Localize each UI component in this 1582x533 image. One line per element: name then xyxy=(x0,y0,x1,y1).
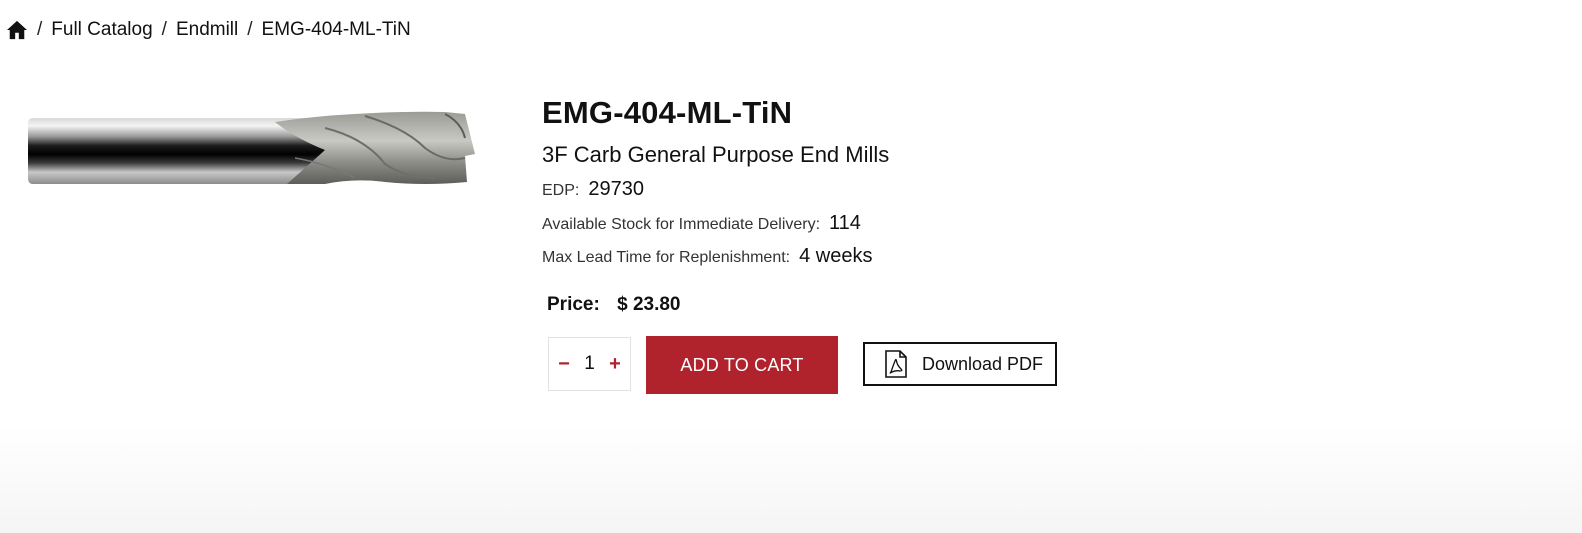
product-title: EMG-404-ML-TiN xyxy=(542,95,793,130)
quantity-stepper: − + xyxy=(548,337,631,391)
breadcrumb-endmill[interactable]: Endmill xyxy=(176,19,238,41)
breadcrumb-separator: / xyxy=(37,19,43,40)
pdf-file-icon xyxy=(885,350,907,378)
breadcrumb-separator: / xyxy=(161,19,167,40)
edp-value: 29730 xyxy=(588,178,644,200)
download-pdf-label: Download PDF xyxy=(922,353,1044,374)
price-value: $ 23.80 xyxy=(617,294,681,315)
decrease-quantity-button[interactable]: − xyxy=(557,354,571,374)
lead-time-row: Max Lead Time for Replenishment: 4 weeks xyxy=(542,245,873,268)
end-mill-image xyxy=(28,111,475,184)
breadcrumb-full-catalog[interactable]: Full Catalog xyxy=(51,19,152,41)
edp-label: EDP: xyxy=(542,182,580,199)
breadcrumb-current-product[interactable]: EMG-404-ML-TiN xyxy=(262,19,411,41)
home-icon[interactable] xyxy=(6,20,28,40)
edp-row: EDP: 29730 xyxy=(542,178,644,201)
price-label: Price: xyxy=(547,294,600,315)
increase-quantity-button[interactable]: + xyxy=(608,354,622,374)
add-to-cart-button[interactable]: ADD TO CART xyxy=(646,336,838,394)
stock-label: Available Stock for Immediate Delivery: xyxy=(542,216,821,233)
lead-time-label: Max Lead Time for Replenishment: xyxy=(542,249,791,266)
download-pdf-button[interactable]: Download PDF xyxy=(863,342,1057,386)
price-row: Price: $ 23.80 xyxy=(547,294,681,316)
stock-value: 114 xyxy=(829,212,861,234)
product-subtitle: 3F Carb General Purpose End Mills xyxy=(542,142,890,167)
lead-time-value: 4 weeks xyxy=(799,245,873,267)
quantity-input[interactable] xyxy=(577,353,602,375)
breadcrumb-separator: / xyxy=(247,19,253,40)
breadcrumb: / Full Catalog / Endmill / EMG-404-ML-Ti… xyxy=(6,17,411,43)
stock-row: Available Stock for Immediate Delivery: … xyxy=(542,212,861,235)
